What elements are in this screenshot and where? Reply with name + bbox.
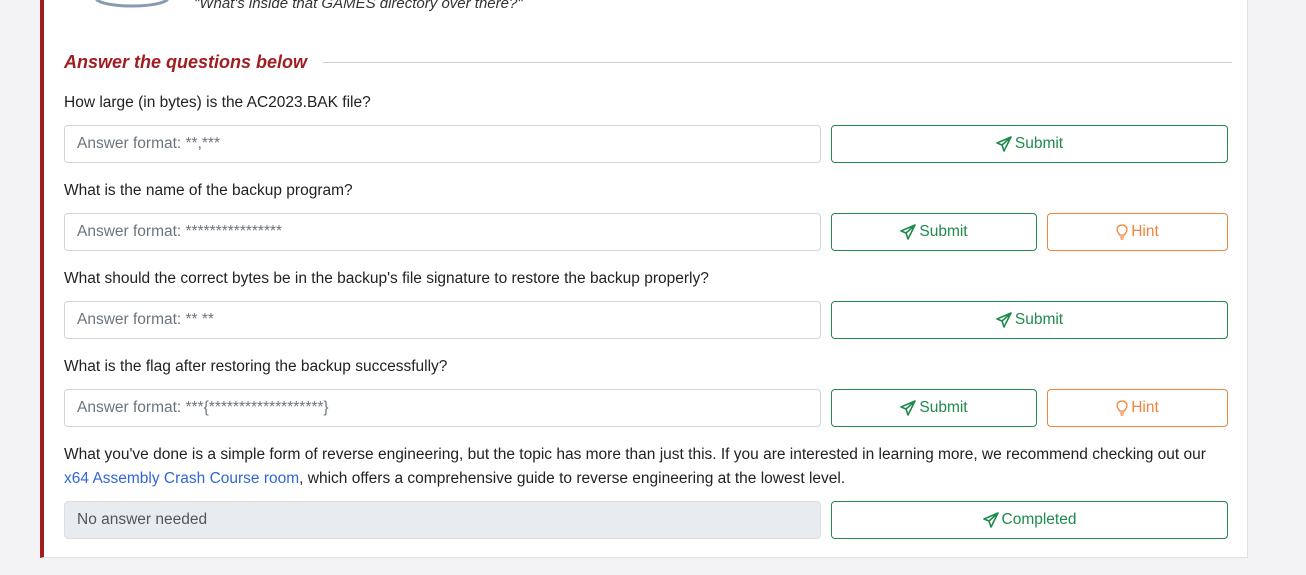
paper-plane-icon bbox=[900, 400, 917, 416]
question-3-answer-input[interactable] bbox=[64, 301, 821, 339]
paper-plane-icon bbox=[996, 312, 1012, 328]
lightbulb-icon bbox=[1116, 224, 1128, 240]
question-2-hint-button[interactable]: Hint bbox=[1047, 213, 1228, 251]
completed-button: Completed bbox=[831, 501, 1228, 539]
final-question-text: What you've done is a simple form of rev… bbox=[64, 443, 1224, 491]
section-header: Answer the questions below bbox=[64, 50, 1232, 74]
question-3-text: What should the correct bytes be in the … bbox=[64, 270, 709, 287]
assembly-room-link[interactable]: x64 Assembly Crash Course room bbox=[64, 470, 299, 487]
question-4-submit-button[interactable]: Submit bbox=[831, 389, 1037, 427]
hint-label: Hint bbox=[1131, 223, 1159, 240]
question-4-hint-button[interactable]: Hint bbox=[1047, 389, 1228, 427]
paper-plane-icon bbox=[982, 512, 999, 528]
task-card: "What's inside that GAMES directory over… bbox=[40, 0, 1248, 558]
question-3-submit-button[interactable]: Submit bbox=[831, 301, 1228, 339]
question-1-answer-input[interactable] bbox=[64, 125, 821, 163]
intro-quote: "What's inside that GAMES directory over… bbox=[194, 0, 523, 12]
final-text-before: What you've done is a simple form of rev… bbox=[64, 446, 1206, 463]
submit-label: Submit bbox=[1014, 135, 1064, 152]
section-divider bbox=[323, 61, 1232, 63]
question-2-answer-input[interactable] bbox=[64, 213, 821, 251]
question-1-submit-button[interactable]: Submit bbox=[831, 125, 1228, 163]
paper-plane-icon bbox=[900, 224, 917, 240]
section-title: Answer the questions below bbox=[64, 51, 308, 72]
submit-label: Submit bbox=[919, 223, 968, 240]
hint-label: Hint bbox=[1131, 399, 1159, 416]
submit-label: Submit bbox=[1014, 311, 1064, 328]
illustration-image bbox=[95, 0, 169, 8]
final-text-after: , which offers a comprehensive guide to … bbox=[299, 470, 846, 487]
completed-label: Completed bbox=[1001, 511, 1077, 528]
final-answer-input bbox=[64, 501, 821, 539]
paper-plane-icon bbox=[996, 136, 1012, 152]
question-2-submit-button[interactable]: Submit bbox=[831, 213, 1037, 251]
lightbulb-icon bbox=[1116, 400, 1128, 416]
submit-label: Submit bbox=[919, 399, 968, 416]
question-2-text: What is the name of the backup program? bbox=[64, 182, 353, 199]
question-1-text: How large (in bytes) is the AC2023.BAK f… bbox=[64, 94, 371, 111]
question-4-text: What is the flag after restoring the bac… bbox=[64, 358, 448, 375]
question-4-answer-input[interactable] bbox=[64, 389, 821, 427]
